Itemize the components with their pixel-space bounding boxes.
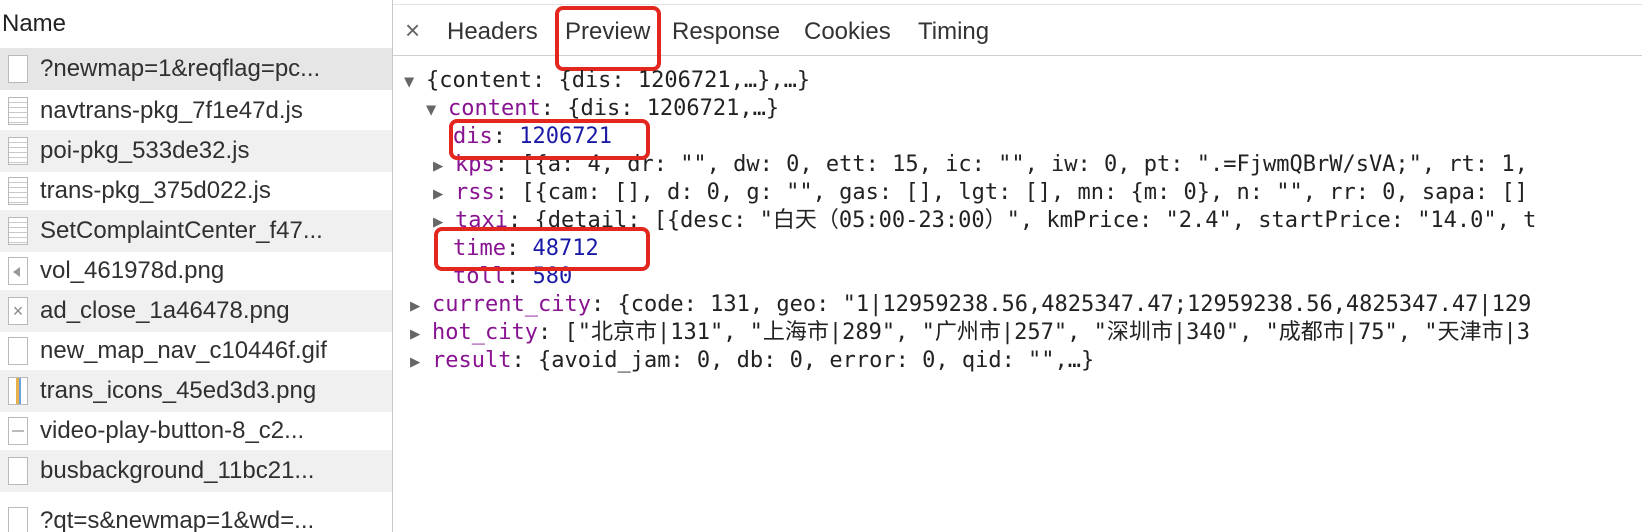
tree-row-rss[interactable]: ▶ rss: [{cam: [], d: 0, g: "", gas: [], l… bbox=[433, 179, 1528, 207]
speaker-image-icon bbox=[8, 257, 28, 285]
root-summary: {content: {dis: 1206721,…},…} bbox=[426, 68, 811, 93]
script-file-icon bbox=[8, 97, 28, 125]
tab-headers[interactable]: Headers bbox=[447, 5, 538, 55]
preview-tab-highlight bbox=[555, 6, 661, 71]
collapsed-triangle-icon[interactable]: ▶ bbox=[410, 320, 432, 348]
current-city-summary: {code: 131, geo: "1|12959238.56,4825347.… bbox=[617, 292, 1532, 317]
close-image-icon: × bbox=[8, 297, 28, 325]
tab-cookies[interactable]: Cookies bbox=[804, 5, 891, 55]
request-row[interactable]: × ad_close_1a46478.png bbox=[0, 290, 392, 332]
expanded-triangle-icon[interactable]: ▼ bbox=[404, 68, 426, 96]
request-row[interactable]: ?qt=s&newmap=1&wd=... bbox=[0, 500, 392, 532]
taxi-summary: {detail: [{desc: "白天（05:00-23:00）", kmPr… bbox=[534, 208, 1537, 233]
request-name: video-play-button-8_c2... bbox=[40, 417, 305, 444]
document-icon bbox=[8, 337, 28, 365]
result-summary: {avoid_jam: 0, db: 0, error: 0, qid: "",… bbox=[537, 348, 1095, 373]
request-name: vol_461978d.png bbox=[40, 257, 225, 284]
document-icon bbox=[8, 457, 28, 485]
request-row[interactable]: trans_icons_45ed3d3.png bbox=[0, 370, 392, 412]
image-icon bbox=[8, 377, 28, 405]
request-row[interactable]: poi-pkg_533de32.js bbox=[0, 130, 392, 172]
request-row[interactable]: trans-pkg_375d022.js bbox=[0, 170, 392, 212]
dis-highlight bbox=[449, 119, 650, 160]
script-file-icon bbox=[8, 177, 28, 205]
name-column-header[interactable]: Name bbox=[0, 0, 392, 48]
json-key: current_city bbox=[432, 292, 591, 317]
request-row[interactable]: vol_461978d.png bbox=[0, 250, 392, 292]
request-name: ad_close_1a46478.png bbox=[40, 297, 290, 324]
json-key: content bbox=[448, 96, 541, 121]
time-highlight bbox=[434, 227, 650, 271]
script-file-icon bbox=[8, 137, 28, 165]
request-name: ?qt=s&newmap=1&wd=... bbox=[40, 507, 315, 532]
document-icon bbox=[8, 55, 28, 83]
request-name: poi-pkg_533de32.js bbox=[40, 137, 250, 164]
request-row[interactable]: video-play-button-8_c2... bbox=[0, 410, 392, 452]
document-icon bbox=[8, 507, 28, 532]
request-name: trans_icons_45ed3d3.png bbox=[40, 377, 317, 404]
script-file-icon bbox=[8, 217, 28, 245]
collapsed-triangle-icon[interactable]: ▶ bbox=[433, 180, 455, 208]
request-name: trans-pkg_375d022.js bbox=[40, 177, 271, 204]
tab-timing[interactable]: Timing bbox=[918, 5, 989, 55]
collapsed-triangle-icon[interactable]: ▶ bbox=[410, 348, 432, 376]
request-row[interactable]: SetComplaintCenter_f47... bbox=[0, 210, 392, 252]
tree-row-hot-city[interactable]: ▶ hot_city: ["北京市|131", "上海市|289", "广州市|2… bbox=[410, 319, 1530, 347]
tree-row-current-city[interactable]: ▶ current_city: {code: 131, geo: "1|12959… bbox=[410, 291, 1531, 319]
hot-city-summary: ["北京市|131", "上海市|289", "广州市|257", "深圳市|3… bbox=[564, 320, 1531, 345]
content-summary: {dis: 1206721,…} bbox=[567, 96, 780, 121]
tab-response[interactable]: Response bbox=[672, 5, 780, 55]
request-row[interactable]: busbackground_11bc21... bbox=[0, 450, 392, 492]
network-request-list: Name ?newmap=1&reqflag=pc... navtrans-pk… bbox=[0, 0, 393, 532]
kps-summary: [{a: 4, dr: "", dw: 0, ett: 15, ic: "", … bbox=[521, 152, 1528, 177]
expanded-triangle-icon[interactable]: ▼ bbox=[426, 96, 448, 124]
request-row[interactable]: ?newmap=1&reqflag=pc... bbox=[0, 48, 392, 90]
tree-row-root[interactable]: ▼ {content: {dis: 1206721,…},…} bbox=[404, 67, 810, 95]
image-icon bbox=[8, 417, 28, 445]
request-name: ?newmap=1&reqflag=pc... bbox=[40, 55, 321, 82]
rss-summary: [{cam: [], d: 0, g: "", gas: [], lgt: []… bbox=[521, 180, 1528, 205]
json-key: result bbox=[432, 348, 512, 373]
close-icon[interactable]: × bbox=[405, 5, 420, 55]
tree-row-result[interactable]: ▶ result: {avoid_jam: 0, db: 0, error: 0,… bbox=[410, 347, 1094, 375]
request-name: SetComplaintCenter_f47... bbox=[40, 217, 323, 244]
request-name: busbackground_11bc21... bbox=[40, 457, 315, 484]
json-key: hot_city bbox=[432, 320, 538, 345]
request-name: new_map_nav_c10446f.gif bbox=[40, 337, 327, 364]
request-name: navtrans-pkg_7f1e47d.js bbox=[40, 97, 303, 124]
request-row[interactable]: navtrans-pkg_7f1e47d.js bbox=[0, 90, 392, 132]
collapsed-triangle-icon[interactable]: ▶ bbox=[410, 292, 432, 320]
request-row[interactable]: new_map_nav_c10446f.gif bbox=[0, 330, 392, 372]
json-key: rss bbox=[455, 180, 495, 205]
